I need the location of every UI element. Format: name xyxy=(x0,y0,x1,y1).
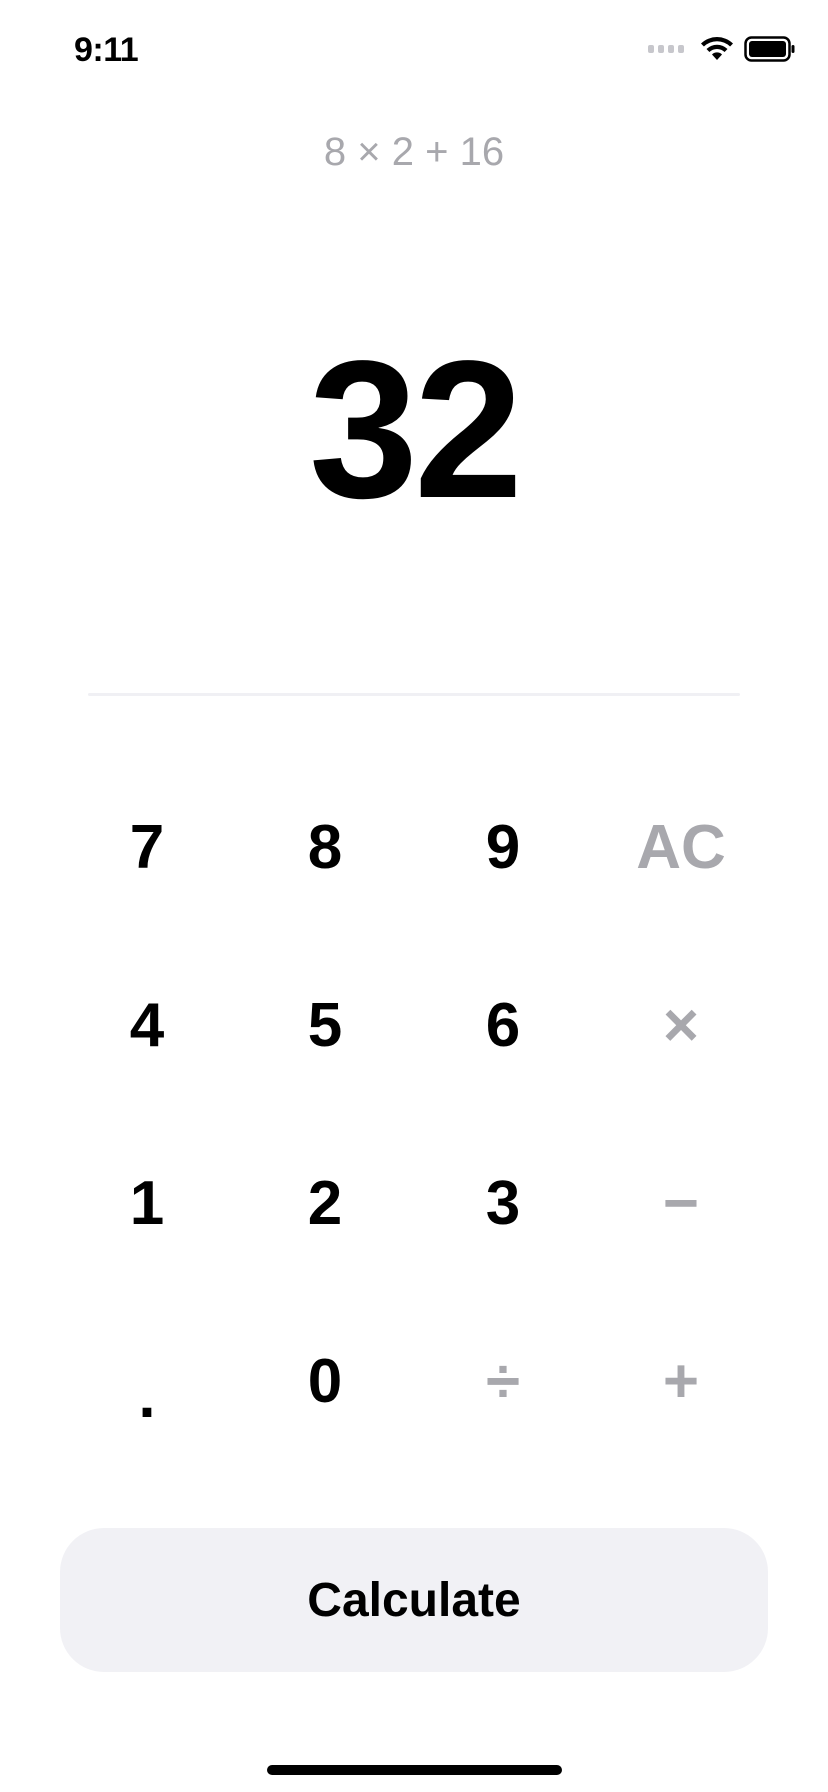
key-multiply[interactable]: × xyxy=(592,936,770,1114)
key-2[interactable]: 2 xyxy=(236,1114,414,1292)
keypad: 7 8 9 AC 4 5 6 × 1 2 3 − . 0 ÷ + xyxy=(58,758,770,1470)
key-add[interactable]: + xyxy=(592,1292,770,1470)
status-bar: 9:11 xyxy=(0,0,828,100)
key-9[interactable]: 9 xyxy=(414,758,592,936)
key-divide[interactable]: ÷ xyxy=(414,1292,592,1470)
key-7[interactable]: 7 xyxy=(58,758,236,936)
cellular-signal-icon xyxy=(648,45,684,53)
key-subtract[interactable]: − xyxy=(592,1114,770,1292)
wifi-icon xyxy=(700,36,734,62)
divider xyxy=(88,693,740,696)
calculate-button[interactable]: Calculate xyxy=(60,1528,768,1672)
key-decimal[interactable]: . xyxy=(58,1292,236,1470)
key-5[interactable]: 5 xyxy=(236,936,414,1114)
key-6[interactable]: 6 xyxy=(414,936,592,1114)
status-time: 9:11 xyxy=(74,31,139,69)
key-all-clear[interactable]: AC xyxy=(592,758,770,936)
key-0[interactable]: 0 xyxy=(236,1292,414,1470)
key-3[interactable]: 3 xyxy=(414,1114,592,1292)
battery-icon xyxy=(744,36,796,62)
home-indicator[interactable] xyxy=(267,1765,562,1775)
key-1[interactable]: 1 xyxy=(58,1114,236,1292)
status-icons xyxy=(648,36,796,62)
result-display: 32 xyxy=(308,320,523,539)
key-8[interactable]: 8 xyxy=(236,758,414,936)
expression-display: 8 × 2 + 16 xyxy=(323,130,505,174)
key-4[interactable]: 4 xyxy=(58,936,236,1114)
